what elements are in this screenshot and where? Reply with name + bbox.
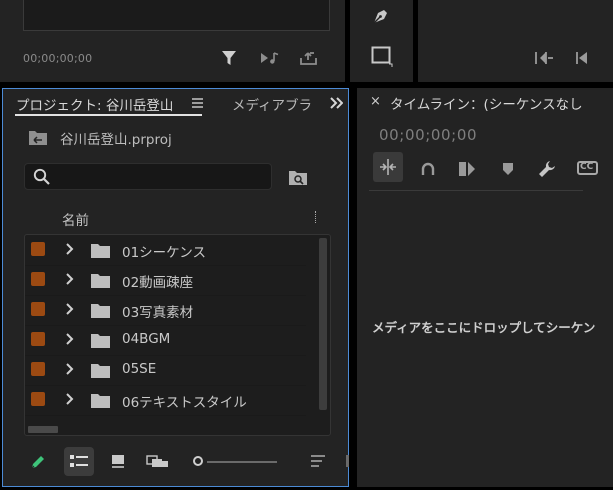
close-tab-icon[interactable]: × <box>370 94 381 109</box>
captions-icon: CC <box>580 162 594 172</box>
freeform-view-icon[interactable] <box>146 453 170 469</box>
project-file-name: 谷川岳登山.prproj <box>60 132 172 148</box>
search-icon <box>33 168 51 186</box>
folder-icon <box>91 243 111 258</box>
bin-name: 03写真素材 <box>122 305 194 321</box>
rectangle-icon[interactable] <box>371 46 393 68</box>
source-timecode[interactable]: 00;00;00;00 <box>23 52 92 65</box>
list-item[interactable]: 03写真素材 <box>25 295 306 326</box>
label-color-swatch[interactable] <box>31 362 45 376</box>
captions-button[interactable]: CC <box>577 161 598 175</box>
project-file-icon <box>28 128 48 146</box>
source-monitor-panel: 00;00;00;00 <box>0 0 345 82</box>
export-icon[interactable] <box>299 49 319 67</box>
more-tabs-chevron-icon[interactable] <box>330 97 343 109</box>
zoom-slider[interactable] <box>193 455 278 469</box>
active-tab-underline <box>15 114 202 116</box>
folder-icon <box>91 333 111 348</box>
tab-project[interactable]: プロジェクト: 谷川岳登山 <box>16 94 173 114</box>
search-input[interactable] <box>59 166 268 188</box>
list-view-button[interactable] <box>64 447 94 476</box>
new-search-bin-icon[interactable] <box>288 168 308 186</box>
vertical-scrollbar[interactable] <box>319 238 327 410</box>
timeline-panel: × タイムライン：(シーケンスなし 00;00;00;00 CC メディアをここ… <box>357 88 613 487</box>
snap-button[interactable] <box>373 152 403 182</box>
step-back-icon[interactable] <box>574 51 590 65</box>
label-color-swatch[interactable] <box>31 332 45 346</box>
pen-icon[interactable] <box>370 5 392 27</box>
search-box[interactable] <box>24 163 272 190</box>
column-resize-handle[interactable] <box>315 211 318 223</box>
chevron-right-icon[interactable] <box>65 242 75 256</box>
chevron-right-icon[interactable] <box>65 272 75 286</box>
linked-selection-icon[interactable] <box>420 162 436 176</box>
chevron-right-icon[interactable] <box>65 302 75 316</box>
insert-audio-icon[interactable] <box>259 50 281 66</box>
bin-name: 04BGM <box>122 331 171 347</box>
horizontal-scrollbar[interactable] <box>28 426 58 433</box>
toolbar-overflow <box>346 455 349 467</box>
bin-list: 01シーケンス 02動画疎座 03写真素材 04BGM 05SE 06テキストス… <box>24 234 331 436</box>
chevron-right-icon[interactable] <box>65 362 75 376</box>
bin-name: 01シーケンス <box>122 245 207 261</box>
drop-hint-text: メディアをここにドロップしてシーケン <box>372 320 596 335</box>
label-color-swatch[interactable] <box>31 302 45 316</box>
label-color-swatch[interactable] <box>31 242 45 256</box>
list-item[interactable]: 05SE <box>25 355 306 386</box>
go-to-in-icon[interactable] <box>534 50 554 66</box>
list-item[interactable]: 02動画疎座 <box>25 265 306 296</box>
chevron-right-icon[interactable] <box>65 392 75 406</box>
list-item[interactable]: 01シーケンス <box>25 235 306 266</box>
chevron-right-icon[interactable] <box>65 332 75 346</box>
bin-name: 02動画疎座 <box>122 275 194 291</box>
folder-icon <box>91 273 111 288</box>
bin-name: 06テキストスタイル <box>122 395 247 411</box>
zoom-slider-handle[interactable] <box>193 456 203 466</box>
label-color-swatch[interactable] <box>31 272 45 286</box>
source-monitor-viewer <box>23 0 330 31</box>
timeline-timecode[interactable]: 00;00;00;00 <box>379 126 477 144</box>
folder-icon <box>91 303 111 318</box>
list-item[interactable]: 06テキストスタイル <box>25 385 306 416</box>
program-monitor-panel <box>418 0 613 82</box>
marker-icon[interactable] <box>502 162 514 176</box>
sort-icon[interactable] <box>310 454 326 468</box>
label-color-swatch[interactable] <box>31 392 45 406</box>
zoom-slider-track <box>207 461 277 463</box>
list-view-icon <box>69 453 89 469</box>
list-item[interactable]: 04BGM <box>25 325 306 356</box>
folder-icon <box>91 393 111 408</box>
folder-icon <box>91 363 111 378</box>
settings-wrench-icon[interactable] <box>537 159 557 179</box>
project-panel: プロジェクト: 谷川岳登山 メディアブラ 谷川岳登山.prproj 名前 01シ… <box>2 88 349 487</box>
filter-icon[interactable] <box>220 49 238 67</box>
column-header-name[interactable]: 名前 <box>62 209 89 229</box>
tools-panel <box>350 0 413 82</box>
icon-view-icon[interactable] <box>110 453 126 469</box>
bin-name: 05SE <box>122 361 157 377</box>
tab-media-browser[interactable]: メディアブラ <box>232 94 320 114</box>
add-marker-icon[interactable] <box>457 159 477 179</box>
tab-menu-icon[interactable] <box>192 98 203 108</box>
toolbar-divider <box>369 190 583 191</box>
pen-icon[interactable] <box>29 453 47 471</box>
tab-timeline[interactable]: タイムライン：(シーケンスなし <box>390 93 613 113</box>
snap-icon <box>379 158 397 176</box>
